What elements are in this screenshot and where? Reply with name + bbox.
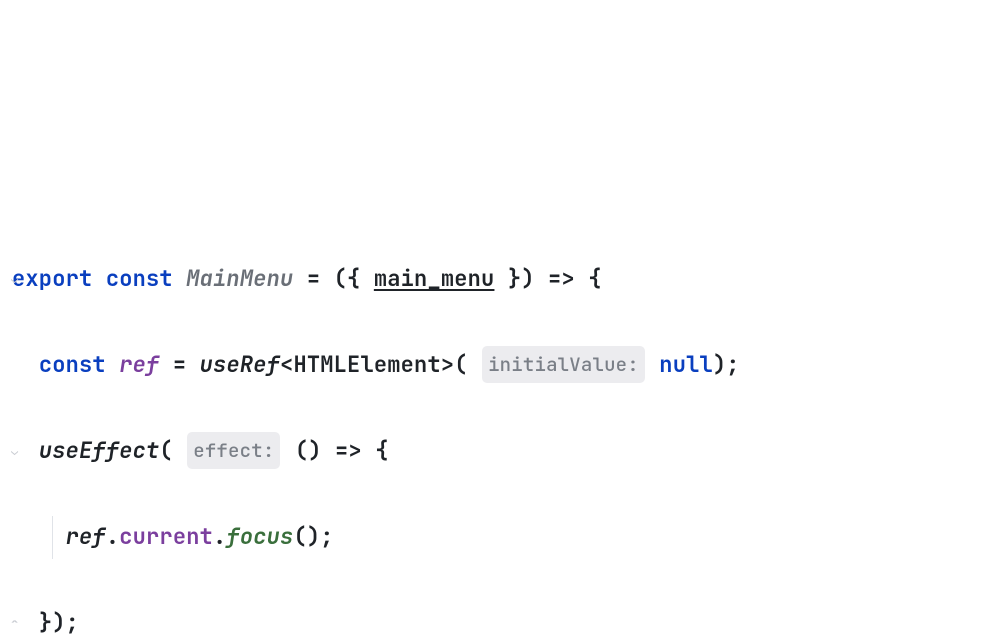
code-line: ⌃ }); bbox=[12, 602, 988, 642]
code-line: ⌄export const MainMenu = ({ main_menu })… bbox=[12, 258, 988, 301]
gutter-fold-icon: ⌄ bbox=[11, 444, 25, 458]
gutter-fold-icon: ⌃ bbox=[11, 616, 25, 630]
gutter-fold-icon: ⌄ bbox=[11, 272, 25, 286]
inlay-hint: initialValue: bbox=[482, 346, 645, 383]
code-line: ref.current.focus(); bbox=[12, 516, 988, 559]
code-line: const ref = useRef<HTMLElement>( initial… bbox=[12, 344, 988, 387]
code-line: ⌄ useEffect( effect: () => { bbox=[12, 430, 988, 473]
inlay-hint: effect: bbox=[187, 432, 280, 469]
code-editor[interactable]: ⌄export const MainMenu = ({ main_menu })… bbox=[12, 216, 988, 642]
